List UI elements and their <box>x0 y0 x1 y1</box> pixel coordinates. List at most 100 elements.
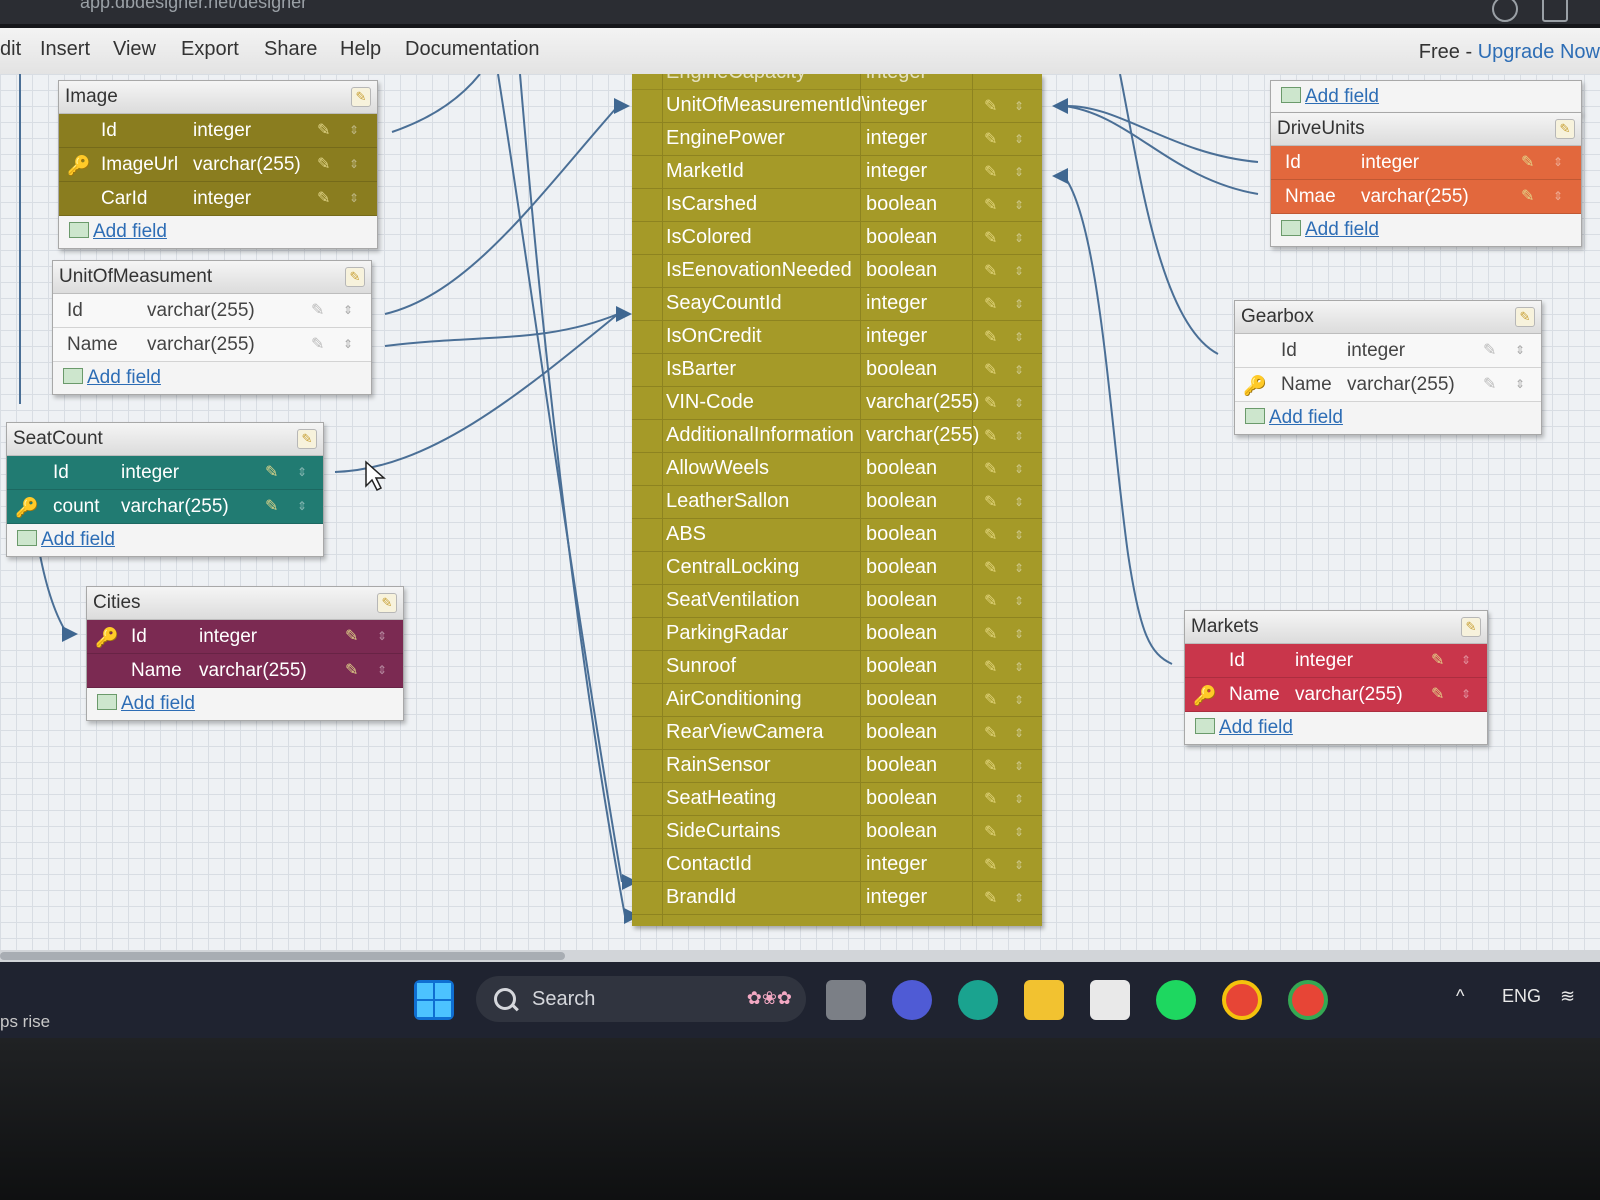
edit-field-icon[interactable]: ✎ <box>984 525 997 545</box>
reorder-arrows-icon[interactable]: ⇕ <box>1014 264 1024 278</box>
table-row[interactable]: MarketId integer ✎ ⇕ <box>632 155 1042 189</box>
add-field-icon[interactable] <box>1245 408 1265 424</box>
menu-view[interactable]: View <box>113 38 156 61</box>
task-view-icon[interactable] <box>826 980 866 1020</box>
edge-icon[interactable] <box>958 980 998 1020</box>
edit-field-icon[interactable]: ✎ <box>984 228 997 248</box>
table-row[interactable]: 🔑 Name varchar(255) ✎ ⇕ <box>1235 368 1541 402</box>
reorder-arrows-icon[interactable]: ⇕ <box>349 157 359 171</box>
edit-field-icon[interactable]: ✎ <box>984 789 997 809</box>
edit-field-icon[interactable]: ✎ <box>984 690 997 710</box>
add-field-link[interactable]: Add field <box>87 367 161 388</box>
reorder-arrows-icon[interactable]: ⇕ <box>1014 330 1024 344</box>
designer-canvas[interactable]: Image ✎ Id integer ✎ ⇕ 🔑 ImageUrl varchar… <box>0 74 1600 950</box>
edit-field-icon[interactable]: ✎ <box>265 462 278 482</box>
table-row[interactable]: IsCarshed boolean ✎ ⇕ <box>632 188 1042 222</box>
edit-field-icon[interactable]: ✎ <box>311 334 324 354</box>
table-image[interactable]: Image ✎ Id integer ✎ ⇕ 🔑 ImageUrl varchar… <box>58 80 378 249</box>
table-row[interactable]: 🔑 count varchar(255) ✎ ⇕ <box>7 490 323 524</box>
add-field-link[interactable]: Add field <box>41 529 115 550</box>
add-field-link[interactable]: Add field <box>1305 86 1379 107</box>
edit-field-icon[interactable]: ✎ <box>984 96 997 116</box>
add-field-link[interactable]: Add field <box>1219 717 1293 738</box>
table-row[interactable]: IsEenovationNeeded boolean ✎ ⇕ <box>632 254 1042 288</box>
table-header[interactable]: Gearbox ✎ <box>1235 301 1541 334</box>
windows-start-icon[interactable] <box>414 980 454 1020</box>
edit-field-icon[interactable]: ✎ <box>984 294 997 314</box>
reorder-arrows-icon[interactable]: ⇕ <box>1014 759 1024 773</box>
wifi-icon[interactable]: ≋ <box>1560 986 1575 1007</box>
taskbar-search[interactable]: Search ✿❀✿ <box>476 976 806 1022</box>
chrome-icon[interactable] <box>1222 980 1262 1020</box>
reorder-arrows-icon[interactable]: ⇕ <box>1014 132 1024 146</box>
reorder-arrows-icon[interactable]: ⇕ <box>1515 343 1525 357</box>
table-cities[interactable]: Cities ✎ 🔑 Id integer ✎ ⇕ Name varchar(25… <box>86 586 404 721</box>
reorder-arrows-icon[interactable]: ⇕ <box>349 123 359 137</box>
edit-field-icon[interactable]: ✎ <box>317 120 330 140</box>
table-header[interactable]: DriveUnits ✎ <box>1271 113 1581 146</box>
table-driveunits[interactable]: DriveUnits ✎ Id integer ✎ ⇕ Nmae varchar(… <box>1270 112 1582 247</box>
reorder-arrows-icon[interactable]: ⇕ <box>1014 231 1024 245</box>
add-field-link[interactable]: Add field <box>1269 407 1343 428</box>
reorder-arrows-icon[interactable]: ⇕ <box>343 303 353 317</box>
table-row[interactable]: ContactId integer ✎ ⇕ <box>632 848 1042 882</box>
table-header[interactable]: UnitOfMeasument ✎ <box>53 261 371 294</box>
edit-table-icon[interactable]: ✎ <box>1461 617 1481 637</box>
table-row[interactable]: CentralLocking boolean ✎ ⇕ <box>632 551 1042 585</box>
table-row[interactable]: 🔑 ImageUrl varchar(255) ✎ ⇕ <box>59 148 377 182</box>
table-row[interactable]: Sunroof boolean ✎ ⇕ <box>632 650 1042 684</box>
reorder-arrows-icon[interactable]: ⇕ <box>1014 792 1024 806</box>
edit-field-icon[interactable]: ✎ <box>1431 684 1444 704</box>
edit-field-icon[interactable]: ✎ <box>345 660 358 680</box>
table-seatcount[interactable]: SeatCount ✎ Id integer ✎ ⇕ 🔑 count varcha… <box>6 422 324 557</box>
file-explorer-icon[interactable] <box>1024 980 1064 1020</box>
table-row[interactable]: AllowWeels boolean ✎ ⇕ <box>632 452 1042 486</box>
reorder-arrows-icon[interactable]: ⇕ <box>297 499 307 513</box>
edit-field-icon[interactable]: ✎ <box>1431 650 1444 670</box>
store-icon[interactable] <box>1090 980 1130 1020</box>
table-unit-of-measument[interactable]: UnitOfMeasument ✎ Id varchar(255) ✎ ⇕ Nam… <box>52 260 372 395</box>
add-field-icon[interactable] <box>1281 220 1301 236</box>
table-row[interactable]: Name varchar(255) ✎ ⇕ <box>53 328 371 362</box>
edit-table-icon[interactable]: ✎ <box>377 593 397 613</box>
reorder-arrows-icon[interactable]: ⇕ <box>297 465 307 479</box>
table-row[interactable]: SideCurtains boolean ✎ ⇕ <box>632 815 1042 849</box>
weather-widget[interactable]: ps rise <box>0 1012 50 1032</box>
edit-field-icon[interactable]: ✎ <box>984 327 997 347</box>
reorder-arrows-icon[interactable]: ⇕ <box>1014 363 1024 377</box>
edit-table-icon[interactable]: ✎ <box>345 267 365 287</box>
edit-field-icon[interactable]: ✎ <box>984 723 997 743</box>
horizontal-scrollbar[interactable] <box>0 950 1600 962</box>
edit-field-icon[interactable]: ✎ <box>984 261 997 281</box>
table-row[interactable]: 🔑 Name varchar(255) ✎ ⇕ <box>1185 678 1487 712</box>
edit-field-icon[interactable]: ✎ <box>984 129 997 149</box>
reorder-arrows-icon[interactable]: ⇕ <box>1014 858 1024 872</box>
edit-field-icon[interactable]: ✎ <box>984 591 997 611</box>
meet-icon[interactable] <box>892 980 932 1020</box>
edit-table-icon[interactable]: ✎ <box>351 87 371 107</box>
edit-field-icon[interactable]: ✎ <box>984 393 997 413</box>
edit-field-icon[interactable]: ✎ <box>984 360 997 380</box>
edit-field-icon[interactable]: ✎ <box>1521 152 1534 172</box>
add-field-link[interactable]: Add field <box>1305 219 1379 240</box>
table-row[interactable]: BrandId integer ✎ ⇕ <box>632 881 1042 915</box>
edit-field-icon[interactable]: ✎ <box>984 492 997 512</box>
table-row[interactable]: 🔑 Id integer ✎ ⇕ <box>87 620 403 654</box>
menu-edit[interactable]: dit <box>0 38 21 61</box>
google-account-icon[interactable] <box>1492 0 1518 22</box>
reorder-arrows-icon[interactable]: ⇕ <box>1014 297 1024 311</box>
reorder-arrows-icon[interactable]: ⇕ <box>1014 429 1024 443</box>
table-cars[interactable]: EngineCapacity integer UnitOfMeasurementI… <box>632 74 1042 926</box>
reorder-arrows-icon[interactable]: ⇕ <box>1014 825 1024 839</box>
table-header[interactable]: Markets ✎ <box>1185 611 1487 644</box>
reorder-arrows-icon[interactable]: ⇕ <box>1553 155 1563 169</box>
reorder-arrows-icon[interactable]: ⇕ <box>1014 891 1024 905</box>
edit-field-icon[interactable]: ✎ <box>984 657 997 677</box>
menu-share[interactable]: Share <box>264 38 317 61</box>
edit-table-icon[interactable]: ✎ <box>1555 119 1575 139</box>
edit-field-icon[interactable]: ✎ <box>984 888 997 908</box>
table-row[interactable]: AdditionalInformation varchar(255) ✎ ⇕ <box>632 419 1042 453</box>
edit-field-icon[interactable]: ✎ <box>311 300 324 320</box>
reorder-arrows-icon[interactable]: ⇕ <box>1014 693 1024 707</box>
edit-field-icon[interactable]: ✎ <box>1521 186 1534 206</box>
